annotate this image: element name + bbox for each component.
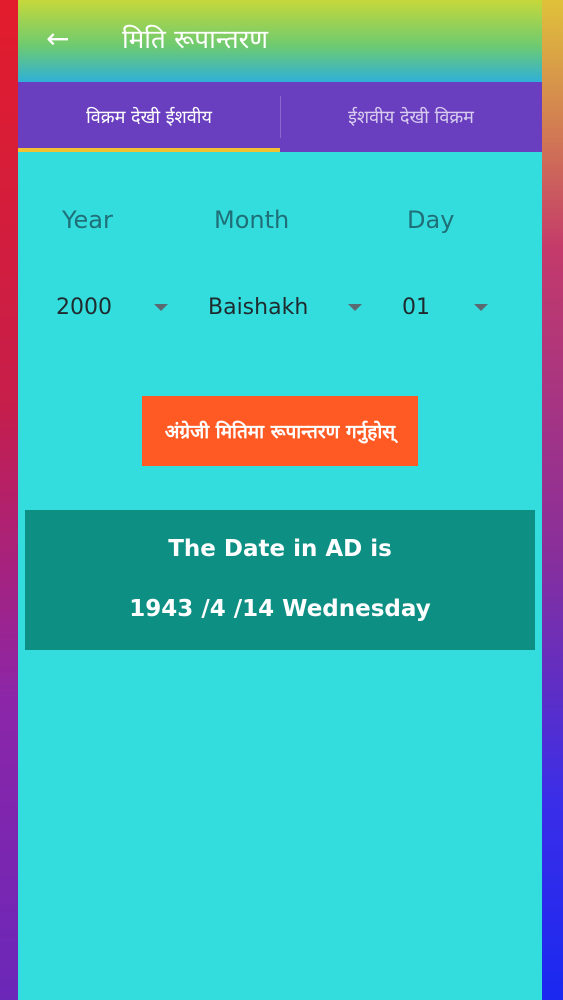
day-value: 01 — [402, 294, 430, 320]
app-bar: ← मिति रूपान्तरण — [18, 0, 542, 82]
day-label: Day — [407, 206, 455, 234]
year-value: 2000 — [56, 294, 112, 320]
tab-ad-to-bs[interactable]: ईशवीय देखी विक्रम — [280, 82, 542, 152]
page-title: मिति रूपान्तरण — [122, 25, 269, 55]
tab-bs-to-ad[interactable]: विक्रम देखी ईशवीय — [18, 82, 280, 152]
right-edge-decoration — [542, 0, 563, 1000]
left-edge-decoration — [0, 0, 18, 1000]
month-label: Month — [214, 206, 290, 234]
caret-down-icon — [348, 304, 362, 311]
result-heading: The Date in AD is — [168, 536, 392, 562]
year-label: Year — [62, 206, 113, 234]
result-date: 1943 /4 /14 Wednesday — [129, 596, 431, 622]
month-dropdown[interactable]: Baishakh — [208, 290, 378, 324]
app-screen: ← मिति रूपान्तरण विक्रम देखी ईशवीय ईशवीय… — [18, 0, 542, 1000]
day-dropdown[interactable]: 01 — [402, 290, 502, 324]
caret-down-icon — [474, 304, 488, 311]
result-card: The Date in AD is 1943 /4 /14 Wednesday — [25, 510, 535, 650]
tab-bar: विक्रम देखी ईशवीय ईशवीय देखी विक्रम — [18, 82, 542, 152]
caret-down-icon — [154, 304, 168, 311]
year-dropdown[interactable]: 2000 — [56, 290, 176, 324]
month-value: Baishakh — [208, 294, 309, 320]
convert-button[interactable]: अंग्रेजी मितिमा रूपान्तरण गर्नुहोस् — [142, 396, 418, 466]
converter-panel: Year Month Day 2000 Baishakh 01 अंग्रेजी… — [18, 152, 542, 1000]
arrow-back-icon[interactable]: ← — [46, 24, 76, 54]
